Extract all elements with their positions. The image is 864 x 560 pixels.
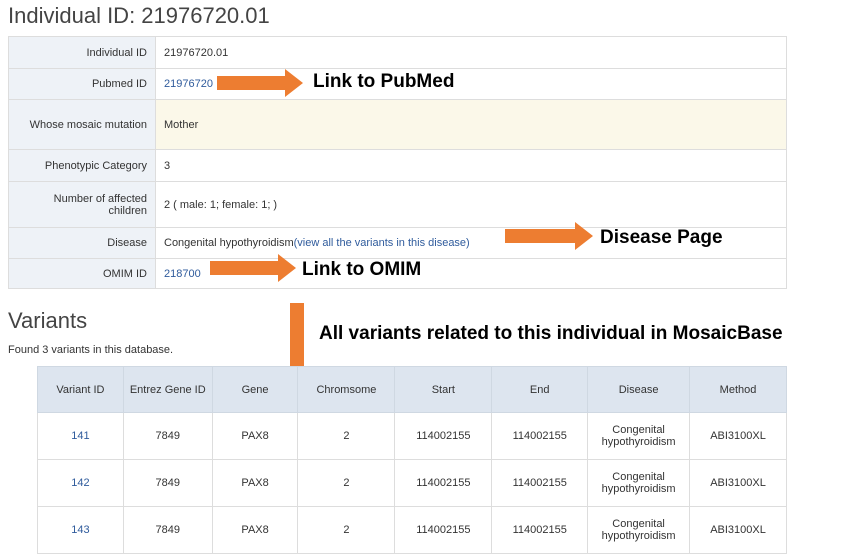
disease-annotation: Disease Page <box>600 227 723 248</box>
table-cell: 114002155 <box>394 506 493 554</box>
column-header-method[interactable]: Method <box>689 366 787 413</box>
column-header-end[interactable]: End <box>491 366 589 413</box>
table-cell: 114002155 <box>394 412 493 460</box>
column-header-gene[interactable]: Gene <box>211 366 299 413</box>
variants-header-row: Variant ID Entrez Gene ID Gene Chromsome… <box>37 366 787 413</box>
variant-id-link[interactable]: 141 <box>71 430 89 442</box>
column-header-chromosome[interactable]: Chromsome <box>297 366 396 413</box>
table-cell: 2 <box>297 506 396 554</box>
table-row: 143 7849 PAX8 2 114002155 114002155 Cong… <box>37 506 787 554</box>
info-row-affected-children: Number of affected children 2 ( male: 1;… <box>8 181 787 228</box>
disease-arrow-icon <box>505 222 593 250</box>
table-cell: 114002155 <box>394 459 493 507</box>
pubmed-link[interactable]: 21976720 <box>164 78 213 90</box>
variant-id-cell: 141 <box>37 412 124 460</box>
table-cell: 114002155 <box>491 412 589 460</box>
disease-name: Congenital hypothyroidism <box>164 237 294 249</box>
table-cell: 7849 <box>122 506 213 554</box>
info-row-individual-id: Individual ID 21976720.01 <box>8 36 787 69</box>
table-cell: Congenital hypothyroidism <box>587 459 691 507</box>
page-title: Individual ID: 21976720.01 <box>8 3 270 28</box>
info-label: OMIM ID <box>8 258 156 289</box>
info-label: Disease <box>8 227 156 259</box>
table-cell: 7849 <box>122 412 213 460</box>
info-value: Mother <box>155 99 787 150</box>
table-cell: Congenital hypothyroidism <box>587 506 691 554</box>
variant-id-link[interactable]: 142 <box>71 477 89 489</box>
omim-annotation: Link to OMIM <box>302 259 422 280</box>
table-cell: PAX8 <box>211 506 299 554</box>
table-cell: 114002155 <box>491 459 589 507</box>
table-row: 142 7849 PAX8 2 114002155 114002155 Cong… <box>37 459 787 507</box>
table-cell: 114002155 <box>491 506 589 554</box>
table-cell: 2 <box>297 412 396 460</box>
table-cell: PAX8 <box>211 459 299 507</box>
variant-id-cell: 142 <box>37 459 124 507</box>
info-value: 3 <box>155 149 787 182</box>
info-value: 2 ( male: 1; female: 1; ) <box>155 181 787 228</box>
variant-id-link[interactable]: 143 <box>71 524 89 536</box>
info-value: 21976720.01 <box>155 36 787 69</box>
column-header-variant-id[interactable]: Variant ID <box>37 366 124 413</box>
variants-table: Variant ID Entrez Gene ID Gene Chromsome… <box>37 366 787 554</box>
variants-annotation: All variants related to this individual … <box>319 323 783 344</box>
table-cell: PAX8 <box>211 412 299 460</box>
table-cell: Congenital hypothyroidism <box>587 412 691 460</box>
column-header-start[interactable]: Start <box>394 366 493 413</box>
table-cell: ABI3100XL <box>689 506 787 554</box>
info-label: Pubmed ID <box>8 68 156 100</box>
info-label: Whose mosaic mutation <box>8 99 156 150</box>
view-disease-variants-link[interactable]: (view all the variants in this disease) <box>294 237 470 249</box>
pubmed-annotation: Link to PubMed <box>313 71 455 92</box>
info-label: Phenotypic Category <box>8 149 156 182</box>
variants-heading: Variants <box>8 308 88 333</box>
info-row-phenotypic-category: Phenotypic Category 3 <box>8 149 787 182</box>
info-label: Individual ID <box>8 36 156 69</box>
pubmed-arrow-icon <box>217 69 303 97</box>
column-header-entrez-gene-id[interactable]: Entrez Gene ID <box>122 366 213 413</box>
table-cell: ABI3100XL <box>689 459 787 507</box>
omim-link[interactable]: 218700 <box>164 268 201 280</box>
variants-found-text: Found 3 variants in this database. <box>8 344 174 356</box>
info-row-whose-mosaic: Whose mosaic mutation Mother <box>8 99 787 150</box>
column-header-disease[interactable]: Disease <box>587 366 691 413</box>
table-cell: ABI3100XL <box>689 412 787 460</box>
variant-id-cell: 143 <box>37 506 124 554</box>
omim-arrow-icon <box>210 254 296 282</box>
table-row: 141 7849 PAX8 2 114002155 114002155 Cong… <box>37 412 787 460</box>
info-label: Number of affected children <box>8 181 156 228</box>
table-cell: 2 <box>297 459 396 507</box>
table-cell: 7849 <box>122 459 213 507</box>
